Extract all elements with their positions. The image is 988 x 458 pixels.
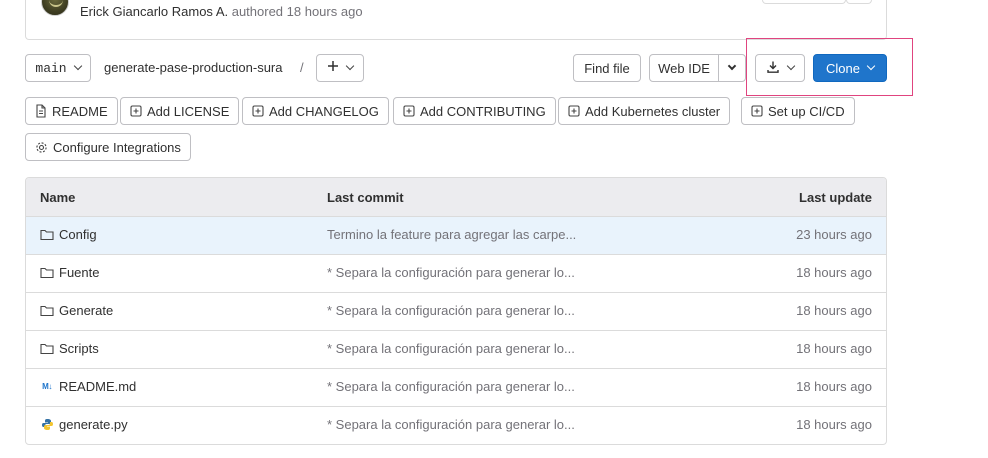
table-row[interactable]: generate.py * Separa la configuración pa… xyxy=(26,407,886,444)
chevron-down-icon xyxy=(727,61,737,71)
annotation-highlight-box xyxy=(746,38,913,96)
table-row[interactable]: Scripts * Separa la configuración para g… xyxy=(26,331,886,369)
gear-icon xyxy=(35,141,48,154)
last-commit-message[interactable]: * Separa la configuración para generar l… xyxy=(327,417,575,432)
add-kubernetes-cluster-label: Add Kubernetes cluster xyxy=(585,103,721,119)
configure-integrations-button[interactable]: Configure Integrations xyxy=(25,133,191,161)
last-update-time: 18 hours ago xyxy=(796,379,872,394)
folder-icon xyxy=(40,305,54,317)
table-row[interactable]: Config Termino la feature para agregar l… xyxy=(26,217,886,255)
find-file-button[interactable]: Find file xyxy=(573,54,641,82)
markdown-icon: M↓ xyxy=(42,382,52,391)
add-license-button[interactable]: Add LICENSE xyxy=(120,97,240,125)
add-contributing-label: Add CONTRIBUTING xyxy=(420,103,546,119)
folder-icon xyxy=(40,343,54,355)
last-update-time: 23 hours ago xyxy=(796,227,872,242)
branch-name: main xyxy=(35,60,67,76)
add-changelog-button[interactable]: Add CHANGELOG xyxy=(242,97,389,125)
commit-author-line: Erick Giancarlo Ramos A. authored 18 hou… xyxy=(80,4,363,19)
add-changelog-label: Add CHANGELOG xyxy=(269,103,379,119)
file-name-link[interactable]: README.md xyxy=(59,379,136,394)
configure-integrations-label: Configure Integrations xyxy=(53,139,181,155)
readme-label: README xyxy=(52,103,108,119)
plus-square-icon xyxy=(130,105,142,117)
readme-button[interactable]: README xyxy=(25,97,118,125)
file-name-link[interactable]: Generate xyxy=(59,303,113,318)
file-name-link[interactable]: Scripts xyxy=(59,341,99,356)
last-commit-message[interactable]: * Separa la configuración para generar l… xyxy=(327,341,575,356)
folder-icon xyxy=(40,267,54,279)
add-to-tree-dropdown[interactable] xyxy=(316,54,364,82)
last-commit-message[interactable]: Termino la feature para agregar las carp… xyxy=(327,227,576,242)
set-up-ci-cd-label: Set up CI/CD xyxy=(768,103,845,119)
file-name-link[interactable]: Fuente xyxy=(59,265,99,280)
file-icon xyxy=(35,104,47,118)
file-tree-table: Name Last commit Last update Config Term… xyxy=(25,177,887,445)
repo-breadcrumb[interactable]: generate-pase-production-sura xyxy=(104,60,283,75)
last-update-time: 18 hours ago xyxy=(796,341,872,356)
plus-square-icon xyxy=(751,105,763,117)
web-ide-dropdown-toggle[interactable] xyxy=(718,54,746,82)
python-icon xyxy=(40,418,54,431)
table-row[interactable]: M↓ README.md * Separa la configuración pa… xyxy=(26,369,886,407)
file-name-link[interactable]: generate.py xyxy=(59,417,128,432)
commit-sha[interactable]: 4f416f41 xyxy=(762,0,846,4)
last-update-time: 18 hours ago xyxy=(796,265,872,280)
plus-icon xyxy=(327,60,339,76)
branch-switcher[interactable]: main xyxy=(25,54,91,82)
commit-author-link[interactable]: Erick Giancarlo Ramos A. xyxy=(80,4,228,19)
breadcrumb-separator: / xyxy=(300,60,304,75)
plus-square-icon xyxy=(252,105,264,117)
commit-authored-time: authored 18 hours ago xyxy=(228,4,363,19)
add-license-label: Add LICENSE xyxy=(147,103,230,119)
table-header: Name Last commit Last update xyxy=(26,178,886,217)
folder-icon xyxy=(40,229,54,241)
column-header-last-commit: Last commit xyxy=(327,190,404,205)
plus-square-icon xyxy=(403,105,415,117)
plus-square-icon xyxy=(568,105,580,117)
copy-sha-button[interactable] xyxy=(846,0,872,4)
file-name-link[interactable]: Config xyxy=(59,227,97,242)
column-header-name: Name xyxy=(40,190,76,205)
chevron-down-icon xyxy=(345,61,355,71)
last-update-time: 18 hours ago xyxy=(796,417,872,432)
chevron-down-icon xyxy=(73,61,82,71)
last-update-time: 18 hours ago xyxy=(796,303,872,318)
last-commit-message[interactable]: * Separa la configuración para generar l… xyxy=(327,265,575,280)
last-commit-message[interactable]: * Separa la configuración para generar l… xyxy=(327,379,575,394)
table-row[interactable]: Generate * Separa la configuración para … xyxy=(26,293,886,331)
author-avatar[interactable] xyxy=(41,0,69,16)
add-kubernetes-cluster-button[interactable]: Add Kubernetes cluster xyxy=(558,97,731,125)
last-commit-message[interactable]: * Separa la configuración para generar l… xyxy=(327,303,575,318)
set-up-ci-cd-button[interactable]: Set up CI/CD xyxy=(741,97,855,125)
last-commit-panel: Erick Giancarlo Ramos A. authored 18 hou… xyxy=(25,0,887,40)
table-row[interactable]: Fuente * Separa la configuración para ge… xyxy=(26,255,886,293)
web-ide-button[interactable]: Web IDE xyxy=(649,54,719,82)
add-contributing-button[interactable]: Add CONTRIBUTING xyxy=(393,97,556,125)
column-header-last-update: Last update xyxy=(799,190,872,205)
